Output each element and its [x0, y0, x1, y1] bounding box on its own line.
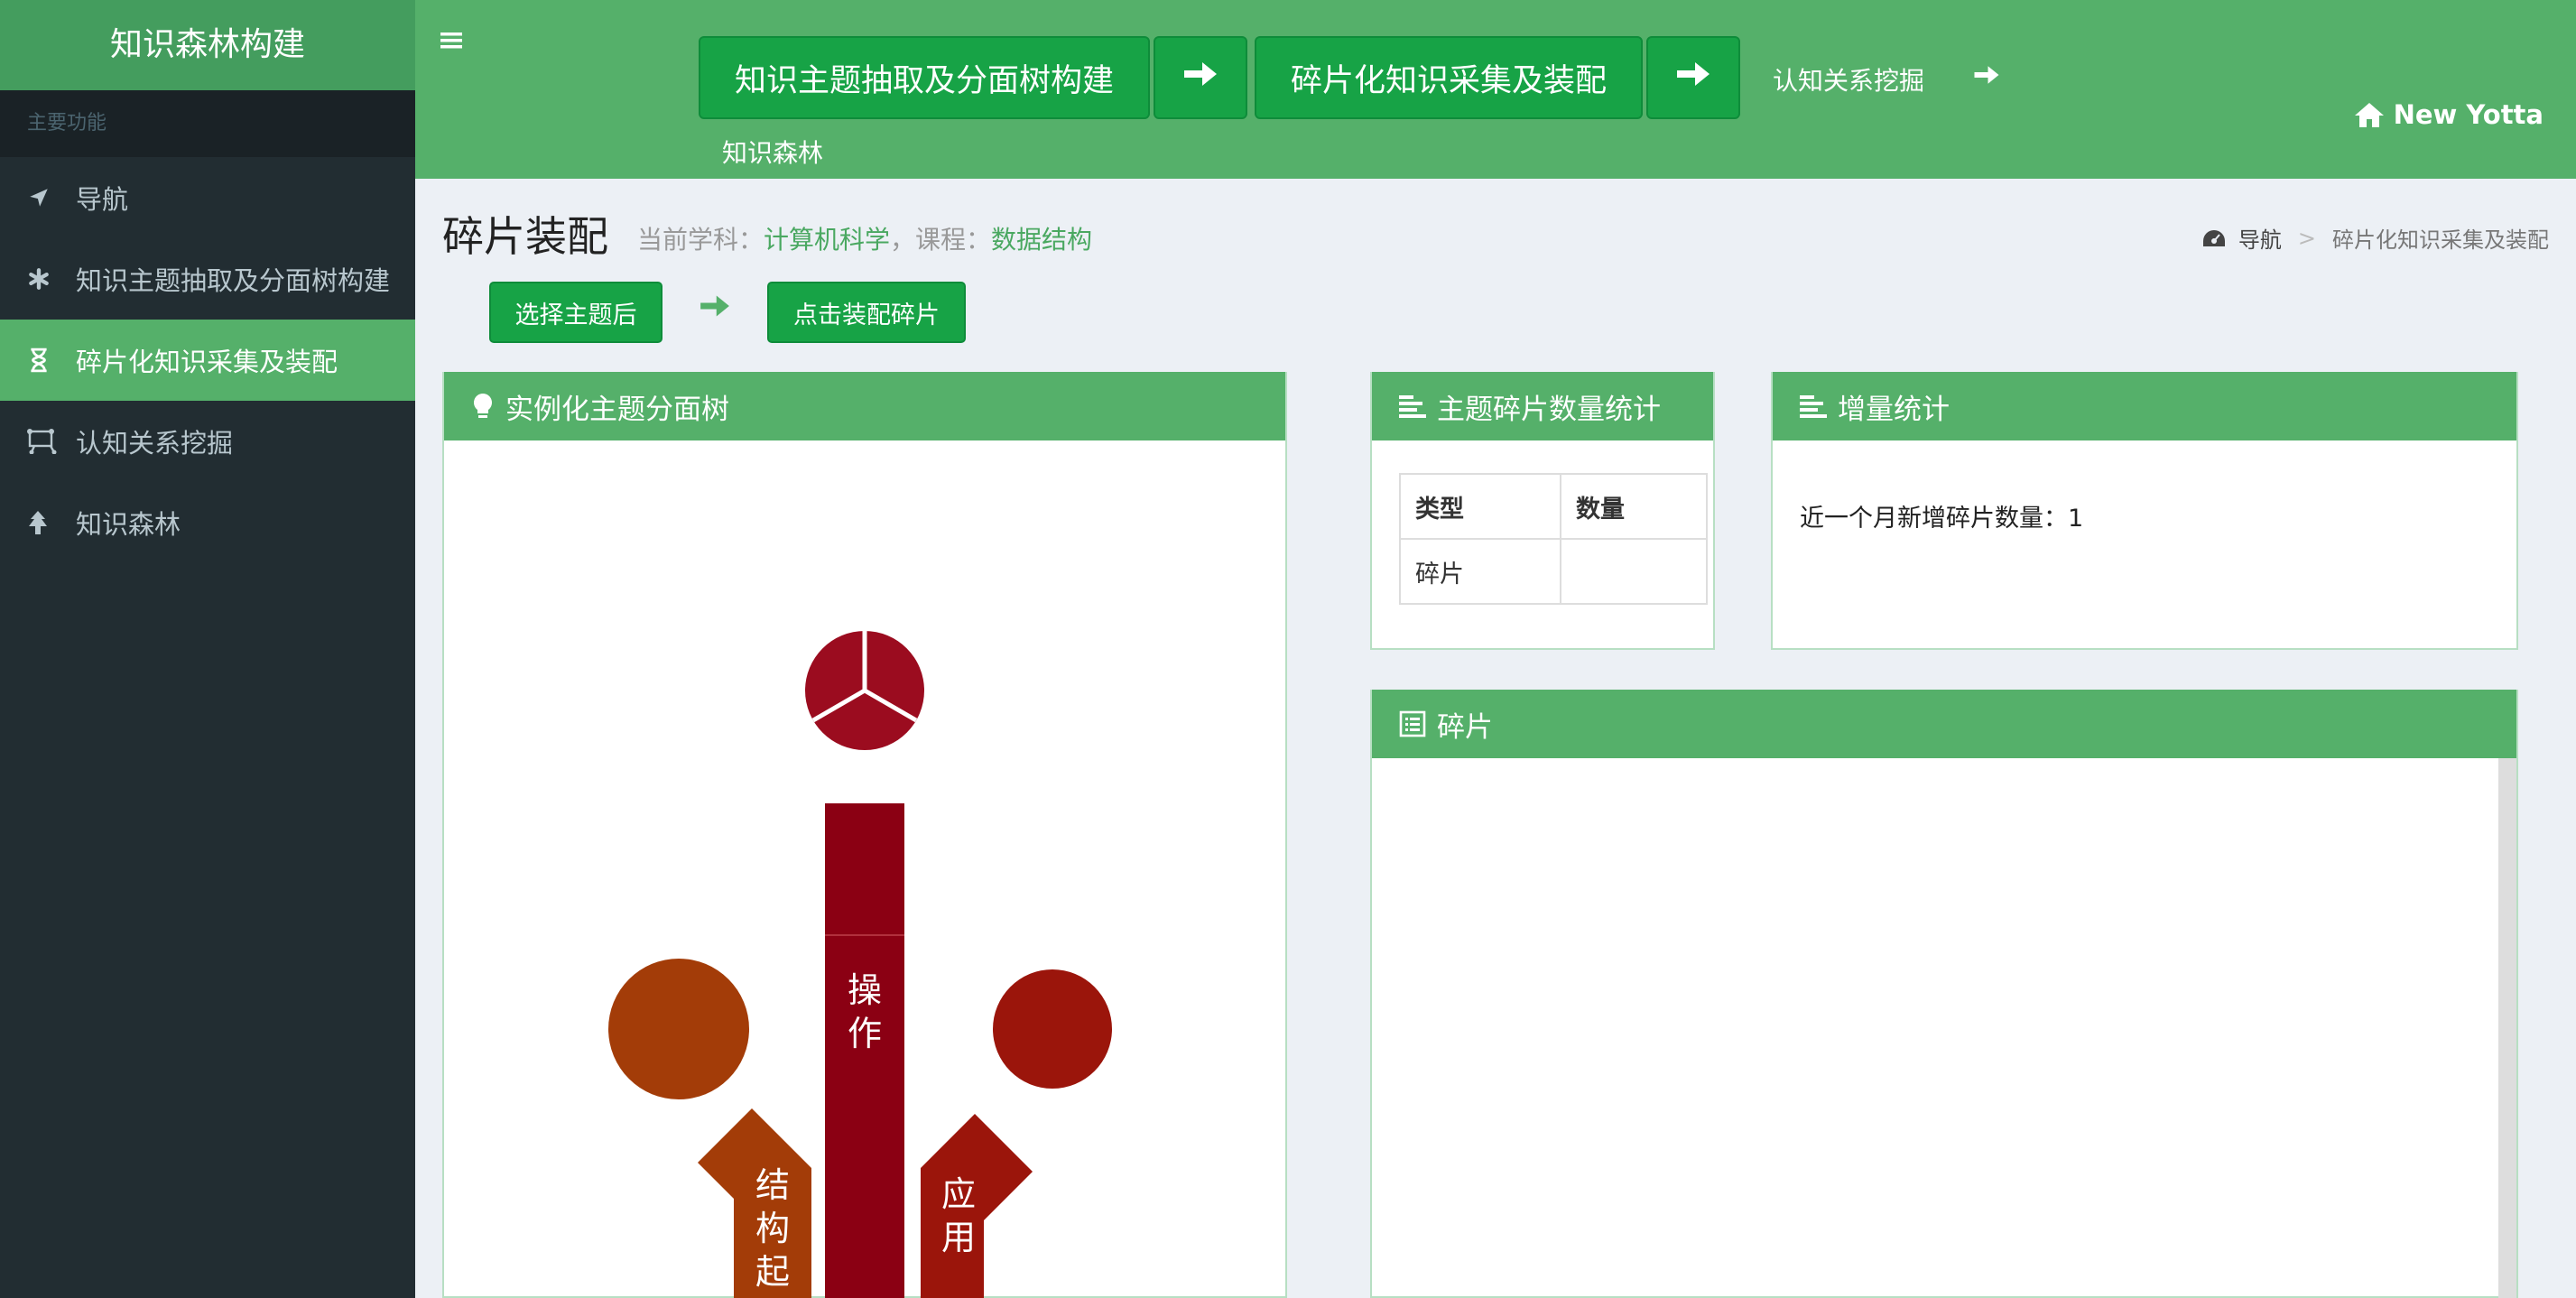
facet-branch-structure-origin[interactable]: 结 构 起: [608, 959, 811, 1298]
arrow-right-icon: [1973, 63, 2000, 93]
network-icon: [27, 429, 76, 454]
step-fragment-collection-button[interactable]: 碎片化知识采集及装配: [1255, 36, 1643, 119]
table-row: 碎片: [1399, 538, 1708, 605]
increment-stats-panel-header: 增量统计: [1773, 372, 2516, 440]
sidebar-item-label: 导航: [76, 184, 129, 215]
increment-stats-panel-title: 增量统计: [1838, 393, 1950, 426]
increment-stats-text: 近一个月新增碎片数量：1: [1800, 505, 2084, 533]
sidebar-item-label: 碎片化知识采集及装配: [76, 347, 338, 377]
page-title: 碎片装配: [442, 212, 608, 261]
facet-tree-panel-title: 实例化主题分面树: [505, 393, 729, 426]
sidebar-item-knowledge-forest[interactable]: 知识森林: [0, 482, 415, 563]
table-header-count: 数量: [1560, 473, 1708, 540]
facet-label-operation-2: 作: [848, 1014, 882, 1053]
menu-toggle-icon[interactable]: [440, 31, 462, 54]
facet-label-application-1: 应: [941, 1174, 976, 1214]
arrow-right-icon: [1675, 59, 1711, 97]
home-icon: [2354, 101, 2385, 128]
course-label: ，课程：: [890, 225, 992, 255]
nav-link-knowledge-forest[interactable]: 知识森林: [722, 134, 823, 170]
step-topic-extraction-button[interactable]: 知识主题抽取及分面树构建: [699, 36, 1150, 119]
fragments-panel: 碎片: [1370, 690, 2518, 1298]
table-header-type: 类型: [1399, 473, 1561, 540]
nav-link-relation-mining[interactable]: 认知关系挖掘: [1773, 61, 1924, 97]
select-topic-button[interactable]: 选择主题后: [489, 282, 663, 343]
facet-label-structure-origin-2: 构: [755, 1209, 790, 1248]
page-subtitle: 当前学科：计算机科学，课程：数据结构: [637, 220, 1092, 256]
facet-tree-panel: 实例化主题分面树 结 构 起 操 作 应 用: [442, 372, 1287, 1298]
breadcrumb-home[interactable]: 导航: [2238, 222, 2282, 254]
step-arrow-1[interactable]: [1154, 36, 1247, 119]
brand-link[interactable]: New Yotta: [2354, 99, 2544, 130]
breadcrumb-current: 碎片化知识采集及装配: [2332, 227, 2549, 253]
breadcrumb-separator: >: [2297, 225, 2316, 251]
facet-tree-graphic: 结 构 起 操 作 应 用: [608, 631, 1112, 1298]
facet-label-operation-1: 操: [848, 970, 882, 1010]
fragments-panel-title: 碎片: [1437, 710, 1493, 744]
navigation-arrow-icon: [27, 186, 76, 209]
sidebar-menu: 导航 知识主题抽取及分面树构建 碎片化知识采集及装配 认知关系挖掘 知识森林: [0, 157, 415, 563]
sidebar-item-navigation[interactable]: 导航: [0, 157, 415, 238]
facet-tree-panel-header: 实例化主题分面树: [444, 372, 1285, 440]
fragment-count-panel-title: 主题碎片数量统计: [1437, 393, 1661, 426]
facet-label-structure-origin-3: 起: [755, 1252, 790, 1292]
table-header-row: 类型 数量: [1399, 473, 1708, 540]
assemble-fragments-button[interactable]: 点击装配碎片: [767, 282, 966, 343]
tree-icon: [27, 510, 76, 535]
brand-name: New Yotta: [2393, 99, 2544, 130]
dashboard-icon: [2202, 228, 2226, 248]
facet-branch-application[interactable]: 应 用: [921, 969, 1112, 1298]
root-node[interactable]: [805, 631, 924, 750]
table-cell-type: 碎片: [1399, 538, 1561, 605]
facet-branch-operation[interactable]: 操 作: [825, 803, 904, 1298]
app-logo[interactable]: 知识森林构建: [0, 0, 415, 90]
align-left-icon: [1399, 394, 1426, 418]
facet-label-application-2: 用: [941, 1218, 976, 1257]
lightbulb-icon: [471, 392, 495, 421]
align-left-icon: [1800, 394, 1827, 418]
fragment-count-panel-header: 主题碎片数量统计: [1372, 372, 1713, 440]
subject-value: 计算机科学: [764, 225, 891, 255]
sidebar-item-label: 知识森林: [76, 509, 181, 540]
sidebar-item-fragment-collection[interactable]: 碎片化知识采集及装配: [0, 320, 415, 401]
fragment-count-table: 类型 数量 碎片: [1399, 473, 1708, 605]
sidebar-header: 主要功能: [0, 90, 415, 157]
list-alt-icon: [1399, 710, 1426, 737]
hourglass-icon: [27, 348, 76, 373]
breadcrumb: 导航 > 碎片化知识采集及装配: [2202, 222, 2549, 254]
step-arrow-2[interactable]: [1646, 36, 1740, 119]
asterisk-icon: [27, 267, 76, 291]
fragments-scrollbar[interactable]: [2498, 758, 2516, 1298]
arrow-right-icon: [1182, 59, 1219, 97]
course-value: 数据结构: [991, 225, 1093, 255]
increment-stats-panel: 增量统计 近一个月新增碎片数量：1: [1771, 372, 2518, 650]
sidebar-item-relation-mining[interactable]: 认知关系挖掘: [0, 401, 415, 482]
sidebar-item-label: 知识主题抽取及分面树构建: [76, 265, 391, 296]
sidebar: 知识森林构建 主要功能 导航 知识主题抽取及分面树构建 碎片化知识采集及装配 认…: [0, 0, 415, 1298]
top-navbar: 知识主题抽取及分面树构建 碎片化知识采集及装配 认知关系挖掘 知识森林 New …: [415, 0, 2576, 179]
table-cell-count: [1560, 538, 1708, 605]
arrow-right-icon: [699, 292, 731, 323]
sidebar-item-topic-extraction[interactable]: 知识主题抽取及分面树构建: [0, 238, 415, 320]
fragment-count-panel: 主题碎片数量统计 类型 数量 碎片: [1370, 372, 1715, 650]
facet-label-structure-origin-1: 结: [755, 1165, 790, 1205]
subject-label: 当前学科：: [637, 225, 764, 255]
fragments-panel-header: 碎片: [1372, 690, 2516, 758]
sidebar-item-label: 认知关系挖掘: [76, 428, 234, 459]
